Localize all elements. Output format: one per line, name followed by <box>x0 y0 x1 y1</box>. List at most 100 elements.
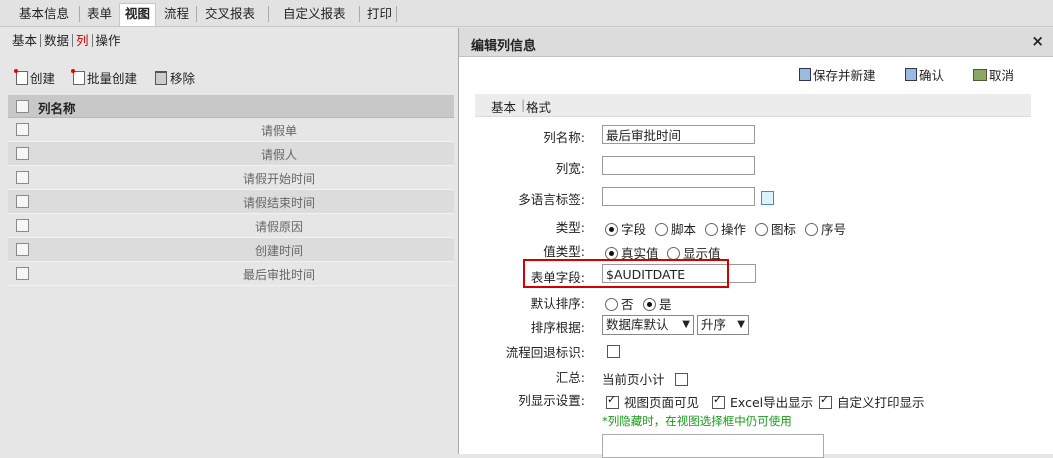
type-option-label: 操作 <box>721 222 747 237</box>
display-settings-label: 列显示设置: <box>518 393 585 408</box>
tab-print[interactable]: 打印 <box>367 4 392 24</box>
column-toolbar: 创建 批量创建 移除 <box>14 68 209 88</box>
col-width-input[interactable] <box>602 156 755 175</box>
sort-field-value: 数据库默认 <box>606 317 669 332</box>
value-type-label: 值类型: <box>543 244 585 259</box>
close-icon[interactable]: × <box>1031 32 1044 50</box>
subtab-columns[interactable]: 列 <box>76 33 89 48</box>
default-sort-no[interactable]: 否 <box>605 294 634 313</box>
form-tab-basic[interactable]: 基本 <box>491 97 516 116</box>
table-row[interactable]: 请假人 <box>8 142 454 166</box>
dialog-title: 编辑列信息 <box>471 39 537 54</box>
column-name-cell: 请假开始时间 <box>242 172 315 186</box>
subtab-divider <box>72 34 74 47</box>
subtab-divider <box>91 34 93 47</box>
sort-by-label: 排序根据: <box>530 320 585 335</box>
form-tabs: 基本 | 格式 <box>475 94 1031 117</box>
highlight-box <box>523 259 729 288</box>
radio-icon <box>805 223 818 236</box>
form-tab-divider: | <box>521 97 526 112</box>
display-option-label: Excel导出显示 <box>730 395 814 410</box>
summary-page-subtotal[interactable]: 当前页小计 <box>602 369 693 388</box>
radio-icon <box>655 223 668 236</box>
tab-flow[interactable]: 流程 <box>164 4 189 24</box>
type-option-label: 字段 <box>621 222 647 237</box>
edit-column-dialog: 编辑列信息 × 保存并新建 确认 取消 基本 | 格式 列名称: 最后审批时间 … <box>458 28 1053 458</box>
col-name-label: 列名称: <box>543 130 585 145</box>
checkbox-icon <box>819 393 832 409</box>
table-row[interactable]: 创建时间 <box>8 238 454 262</box>
display-view-visible[interactable]: 视图页面可见 <box>606 392 699 411</box>
flow-back-label: 流程回退标识: <box>505 345 585 360</box>
grid-header: 列名称 <box>8 95 454 118</box>
table-row[interactable]: 最后审批时间 <box>8 262 454 286</box>
subtab-data[interactable]: 数据 <box>44 33 69 48</box>
summary-label: 汇总: <box>555 370 585 385</box>
save-and-new-button[interactable]: 保存并新建 <box>799 65 876 84</box>
cancel-label: 取消 <box>989 68 1015 83</box>
batch-create-button[interactable]: 批量创建 <box>71 68 138 87</box>
display-note: *列隐藏时，在视图选择框中仍可使用 <box>602 414 792 428</box>
type-option-script[interactable]: 脚本 <box>655 219 696 238</box>
table-row[interactable]: 请假原因 <box>8 214 454 238</box>
subtab-basic[interactable]: 基本 <box>12 33 37 48</box>
radio-icon <box>605 298 618 311</box>
tab-divider <box>196 6 197 22</box>
column-name-header: 列名称 <box>38 101 76 116</box>
tab-view[interactable]: 视图 <box>119 3 157 26</box>
col-name-input[interactable]: 最后审批时间 <box>602 125 755 144</box>
batch-create-label: 批量创建 <box>87 71 138 86</box>
tab-divider <box>79 6 80 22</box>
type-option-icon[interactable]: 图标 <box>755 219 796 238</box>
summary-checkbox[interactable] <box>674 373 688 386</box>
type-label: 类型: <box>555 220 585 235</box>
default-sort-yes[interactable]: 是 <box>643 294 672 313</box>
chevron-down-icon: ▼ <box>682 319 690 330</box>
column-name-cell: 请假结束时间 <box>242 196 315 210</box>
table-row[interactable]: 请假开始时间 <box>8 166 454 190</box>
top-tab-bar: 基本信息 表单 视图 流程 交叉报表 自定义报表 打印 <box>0 0 1053 27</box>
new-document-icon <box>71 68 85 85</box>
type-option-label: 序号 <box>821 222 847 237</box>
tab-basic-info[interactable]: 基本信息 <box>19 4 69 24</box>
column-name-cell: 创建时间 <box>254 244 303 258</box>
create-label: 创建 <box>30 71 56 86</box>
cancel-icon <box>973 68 987 81</box>
select-all-checkbox[interactable] <box>16 100 29 113</box>
save-icon <box>905 68 917 81</box>
create-button[interactable]: 创建 <box>14 68 56 87</box>
confirm-button[interactable]: 确认 <box>905 65 944 84</box>
checkbox-icon <box>606 393 619 409</box>
sort-order-select[interactable]: 升序 ▼ <box>697 315 749 335</box>
subtab-operations[interactable]: 操作 <box>96 33 121 48</box>
description-textarea[interactable] <box>602 434 824 458</box>
remove-label: 移除 <box>170 71 196 86</box>
type-option-operation[interactable]: 操作 <box>705 219 746 238</box>
i18n-label: 多语言标签: <box>518 192 585 207</box>
tab-divider <box>268 6 269 22</box>
display-custom-print[interactable]: 自定义打印显示 <box>819 392 925 411</box>
sort-order-value: 升序 <box>701 317 727 332</box>
tab-cross-report[interactable]: 交叉报表 <box>205 4 255 24</box>
type-option-field[interactable]: 字段 <box>605 219 646 238</box>
subtab-divider <box>40 34 42 47</box>
display-excel-export[interactable]: Excel导出显示 <box>712 392 813 411</box>
remove-button[interactable]: 移除 <box>155 68 195 87</box>
column-grid: 列名称 请假单 请假人 请假开始时间 请假结束时间 请假原因 创建时间 最后审批… <box>8 95 454 286</box>
chevron-down-icon: ▼ <box>737 319 745 330</box>
type-option-serial[interactable]: 序号 <box>805 219 846 238</box>
radio-icon <box>755 223 768 236</box>
flow-back-checkbox[interactable] <box>607 345 620 358</box>
tab-custom-report[interactable]: 自定义报表 <box>283 4 346 24</box>
radio-icon <box>605 223 618 236</box>
sort-field-select[interactable]: 数据库默认 ▼ <box>602 315 694 335</box>
default-sort-option-label: 否 <box>621 297 634 312</box>
tab-form[interactable]: 表单 <box>87 4 112 24</box>
table-row[interactable]: 请假结束时间 <box>8 190 454 214</box>
cancel-button[interactable]: 取消 <box>973 65 1014 84</box>
column-name-cell: 最后审批时间 <box>242 268 315 282</box>
form-tab-format[interactable]: 格式 <box>526 97 551 116</box>
edit-icon[interactable] <box>761 191 774 205</box>
table-row[interactable]: 请假单 <box>8 118 454 142</box>
i18n-input[interactable] <box>602 187 755 206</box>
